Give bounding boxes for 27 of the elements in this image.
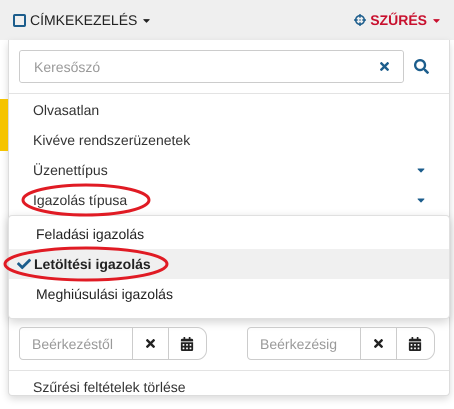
date-field[interactable]: Beérkezésig [248, 328, 360, 359]
option-label: Meghiúsulási igazolás [36, 286, 173, 302]
filter-item[interactable]: Üzenettípus [9, 155, 449, 185]
filter-label: Igazolás típusa [33, 192, 128, 208]
search-box[interactable]: Keresőszó [19, 50, 404, 83]
square-icon [13, 14, 26, 26]
filter-label: Kivéve rendszerüzenetek [33, 132, 190, 148]
crosshair-icon [354, 14, 366, 26]
search-field[interactable]: Keresőszó [32, 58, 378, 76]
search-icon[interactable] [414, 59, 429, 74]
option-label: Feladási igazolás [36, 226, 144, 242]
submenu-item[interactable]: Feladási igazolás [9, 219, 449, 249]
labels-menu-button[interactable]: CÍMKEKEZELÉS [13, 12, 152, 28]
date-field[interactable]: Beérkezéstől [20, 328, 132, 359]
date-picker[interactable]: Beérkezésig [247, 327, 435, 360]
date-picker[interactable]: Beérkezéstől [19, 327, 207, 360]
clear-filters-link[interactable]: Szűrési feltételek törlése [9, 371, 449, 403]
clear-icon[interactable] [378, 60, 391, 73]
filter-item[interactable]: Kivéve rendszerüzenetek [9, 125, 449, 155]
filter-item[interactable]: Igazolás típusa [9, 185, 449, 215]
filter-label: Olvasatlan [33, 102, 100, 118]
submenu-item[interactable]: Meghiúsulási igazolás [9, 279, 449, 309]
check-icon [17, 257, 31, 271]
filter-label: Üzenettípus [33, 162, 108, 178]
filter-item[interactable]: Olvasatlan [9, 95, 449, 125]
filter-menu-button[interactable]: SZŰRÉS [354, 12, 442, 28]
option-label: Letöltési igazolás [34, 256, 151, 272]
